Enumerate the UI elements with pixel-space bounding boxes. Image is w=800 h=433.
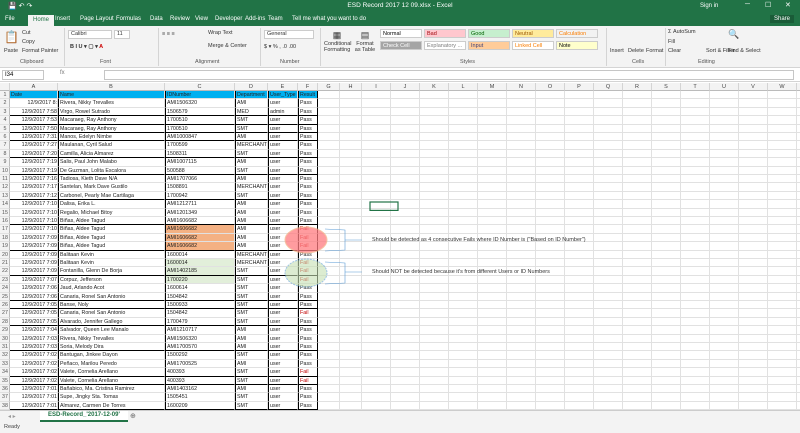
annotation-note-1: Should be detected as 4 consecutive Fail… xyxy=(372,237,586,243)
bracket-2 xyxy=(324,261,362,285)
status-bar: Ready xyxy=(0,422,800,433)
green-oval xyxy=(284,258,328,288)
annotation-note-2: Should NOT be detected because it's from… xyxy=(372,269,550,275)
bracket-1 xyxy=(324,228,362,252)
status-ready: Ready xyxy=(4,424,20,430)
red-oval xyxy=(284,226,328,254)
add-sheet-icon[interactable]: ⊕ xyxy=(130,412,136,420)
sheet-tabs-bar: ◂ ▸ ESD-Record_'2017-12-09' ⊕ xyxy=(0,410,800,422)
sheet-nav-arrows[interactable]: ◂ ▸ xyxy=(8,413,16,420)
annotation-layer xyxy=(284,201,399,288)
selected-cell[interactable] xyxy=(369,201,399,211)
sheet-tab[interactable]: ESD-Record_'2017-12-09' xyxy=(40,411,128,422)
